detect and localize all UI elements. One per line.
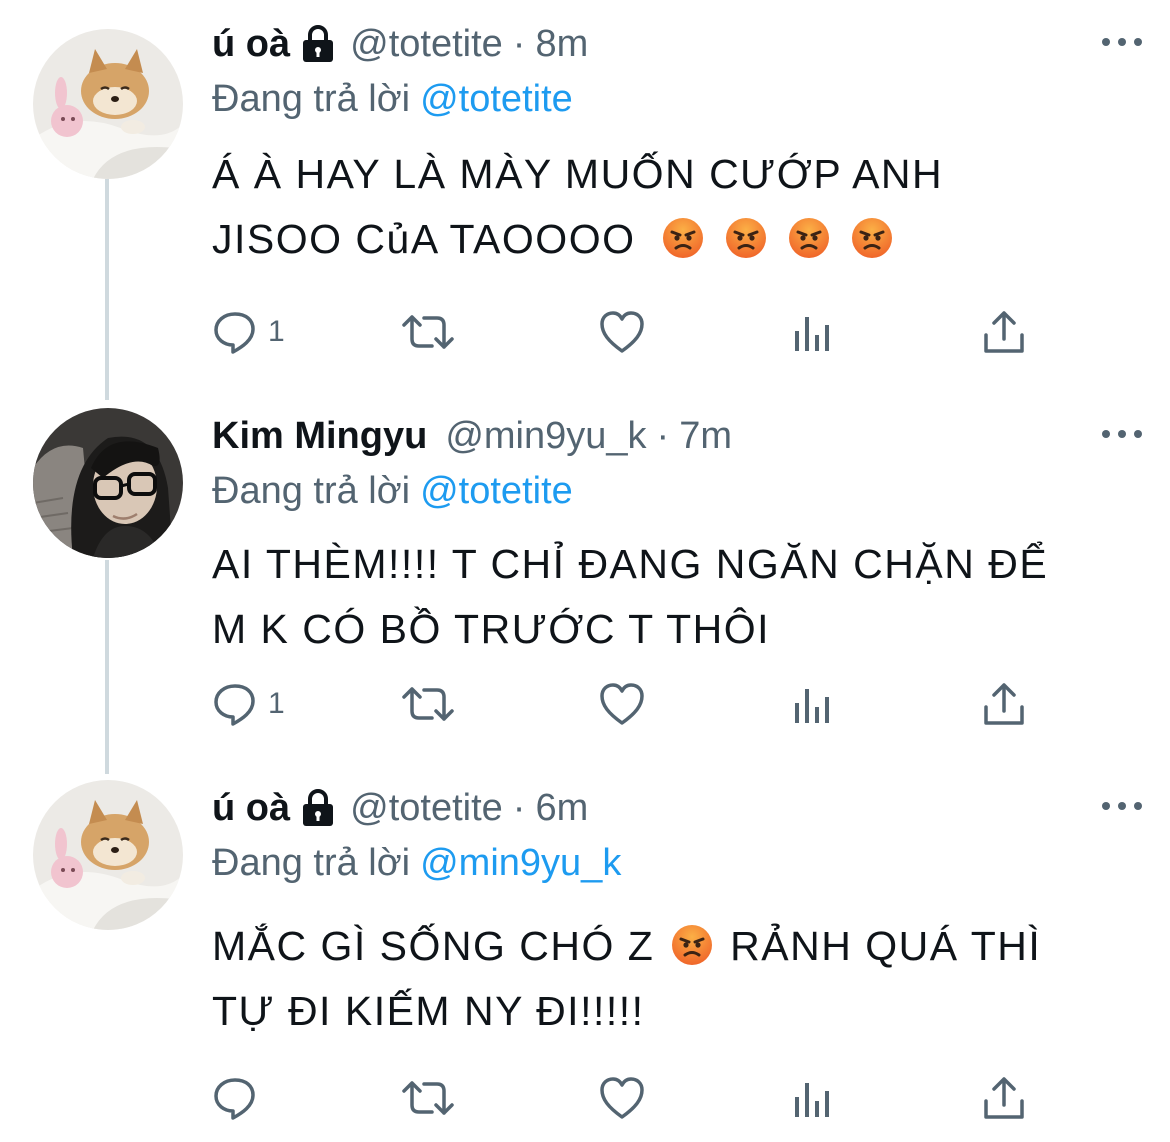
replying-to: Đang trả lời @totetite <box>212 78 573 121</box>
like-button[interactable] <box>598 1068 646 1128</box>
tweet-text-line: MẮC GÌ SỐNG CHÓ Z RẢNH QUÁ THÌ <box>212 914 1132 979</box>
user-handle[interactable]: @totetite <box>350 787 503 830</box>
tweet[interactable]: Kim Mingyu @min9yu_k · 7m Đang trả lời @t… <box>0 406 1170 776</box>
retweet-icon <box>402 1081 454 1115</box>
tweet-text: Á À HAY LÀ MÀY MUỐN CƯỚP ANH JISOO CủA T… <box>212 142 1132 272</box>
timestamp[interactable]: 8m <box>535 23 588 66</box>
share-icon <box>984 1077 1024 1119</box>
more-icon[interactable] <box>1102 798 1142 814</box>
display-name[interactable]: ú oà <box>212 787 290 830</box>
tweet-header: Kim Mingyu @min9yu_k · 7m <box>212 406 732 466</box>
tweet-text-line: AI THÈM!!!! T CHỈ ĐANG NGĂN CHẶN ĐỂ <box>212 541 1049 587</box>
tweet-actions <box>212 1068 1042 1128</box>
tweet-text-line: TỰ ĐI KIẾM NY ĐI!!!!! <box>212 988 645 1034</box>
timestamp[interactable]: 7m <box>679 415 732 458</box>
reply-button[interactable] <box>212 1068 268 1128</box>
reply-button[interactable]: 1 <box>212 674 285 734</box>
angry-face-emoji <box>672 925 713 965</box>
like-icon <box>600 311 644 353</box>
like-icon <box>600 683 644 725</box>
more-icon[interactable] <box>1102 34 1142 50</box>
user-handle[interactable]: @totetite <box>350 23 503 66</box>
reply-icon <box>214 312 255 354</box>
analytics-button[interactable] <box>792 1068 832 1128</box>
replying-prefix: Đang trả lời <box>212 470 411 512</box>
replying-to: Đang trả lời @totetite <box>212 470 573 513</box>
like-button[interactable] <box>598 302 646 362</box>
separator-dot: · <box>656 414 670 457</box>
angry-face-emoji <box>663 218 704 258</box>
tweet-text: AI THÈM!!!! T CHỈ ĐANG NGĂN CHẶN ĐỂ M K … <box>212 532 1132 662</box>
man-with-glasses-avatar-image <box>33 408 183 558</box>
tweet-text-line: Á À HAY LÀ MÀY MUỐN CƯỚP ANH <box>212 151 944 197</box>
avatar[interactable] <box>33 408 183 558</box>
analytics-button[interactable] <box>792 302 832 362</box>
share-button[interactable] <box>982 302 1026 362</box>
reply-button[interactable]: 1 <box>212 302 285 362</box>
share-icon <box>984 311 1024 353</box>
tweet-actions: 1 <box>212 674 1042 734</box>
tweet[interactable]: ú oà @totetite · 8m Đang trả lời @totetit… <box>0 14 1170 384</box>
tweet-text-segment: JISOO CủA TAOOOO <box>212 216 636 262</box>
tweet-text-segment: MẮC GÌ SỐNG CHÓ Z <box>212 923 655 969</box>
tweet-header: ú oà @totetite · 8m <box>212 14 588 74</box>
mention-link[interactable]: @min9yu_k <box>420 842 621 884</box>
user-handle[interactable]: @min9yu_k <box>445 415 646 458</box>
share-icon <box>984 683 1024 725</box>
reply-count: 1 <box>268 315 285 348</box>
analytics-icon <box>795 689 829 723</box>
retweet-button[interactable] <box>400 302 456 362</box>
emoji-row <box>658 216 897 262</box>
replying-to: Đang trả lời @min9yu_k <box>212 842 621 885</box>
retweet-icon <box>402 687 454 721</box>
avatar[interactable] <box>33 780 183 930</box>
retweet-button[interactable] <box>400 1068 456 1128</box>
like-icon <box>600 1077 644 1119</box>
shiba-dog-avatar-image <box>33 780 183 930</box>
tweet-text: MẮC GÌ SỐNG CHÓ Z RẢNH QUÁ THÌ TỰ ĐI KIẾ… <box>212 914 1132 1044</box>
angry-face-emoji <box>726 218 767 258</box>
angry-face-emoji <box>852 218 893 258</box>
tweet-text-segment: RẢNH QUÁ THÌ <box>730 923 1042 969</box>
analytics-button[interactable] <box>792 674 832 734</box>
tweet-header: ú oà @totetite · 6m <box>212 778 588 838</box>
reply-icon <box>214 1078 255 1120</box>
lock-icon <box>300 24 336 64</box>
like-button[interactable] <box>598 674 646 734</box>
mention-link[interactable]: @totetite <box>420 78 573 120</box>
reply-icon <box>214 684 255 726</box>
reply-count: 1 <box>268 687 285 720</box>
analytics-icon <box>795 1083 829 1117</box>
display-name[interactable]: ú oà <box>212 23 290 66</box>
angry-face-emoji <box>789 218 830 258</box>
replying-prefix: Đang trả lời <box>212 842 411 884</box>
share-button[interactable] <box>982 674 1026 734</box>
lock-icon <box>300 788 336 828</box>
tweet[interactable]: ú oà @totetite · 6m Đang trả lời @min9yu_… <box>0 778 1170 1142</box>
separator-dot: · <box>512 786 526 829</box>
replying-prefix: Đang trả lời <box>212 78 411 120</box>
separator-dot: · <box>512 22 526 65</box>
more-icon[interactable] <box>1102 426 1142 442</box>
avatar[interactable] <box>33 29 183 179</box>
tweet-text-line: JISOO CủA TAOOOO <box>212 207 1132 272</box>
analytics-icon <box>795 317 829 351</box>
shiba-dog-avatar-image <box>33 29 183 179</box>
retweet-icon <box>402 315 454 349</box>
tweet-text-line: M K CÓ BỒ TRƯỚC T THÔI <box>212 606 771 652</box>
tweet-actions: 1 <box>212 302 1042 362</box>
share-button[interactable] <box>982 1068 1026 1128</box>
display-name[interactable]: Kim Mingyu <box>212 415 427 458</box>
retweet-button[interactable] <box>400 674 456 734</box>
timestamp[interactable]: 6m <box>535 787 588 830</box>
mention-link[interactable]: @totetite <box>420 470 573 512</box>
